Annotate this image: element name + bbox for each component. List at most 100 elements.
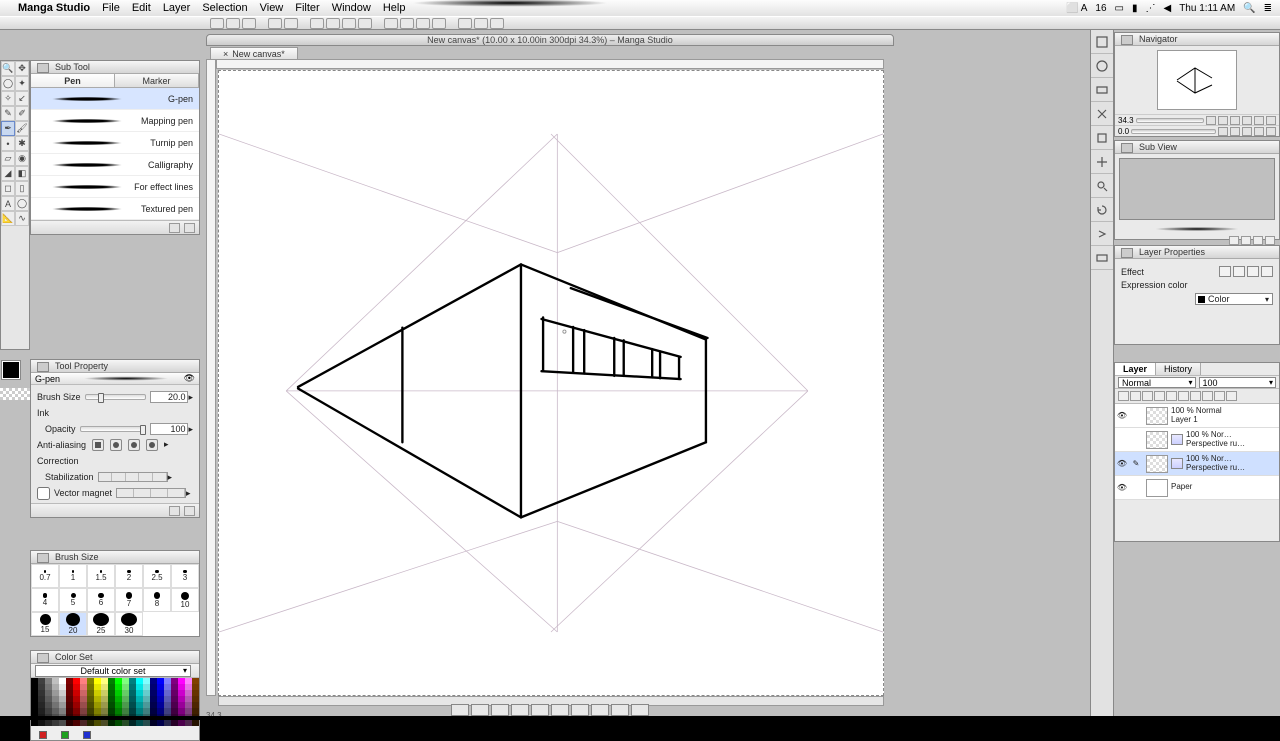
layer-dup-icon[interactable] xyxy=(1142,391,1153,401)
tool-decoration-icon[interactable]: ✱ xyxy=(15,136,29,151)
nav-rotreset-icon[interactable] xyxy=(1242,127,1252,136)
nav-zoom-value[interactable]: 34.3 xyxy=(1118,116,1134,125)
dock-navigator-icon[interactable] xyxy=(1091,54,1113,78)
brushsize-2[interactable]: 2 xyxy=(115,564,143,588)
tool-autoselect-icon[interactable]: ✦ xyxy=(15,76,29,91)
aa-option-none[interactable] xyxy=(92,439,104,451)
swatch[interactable] xyxy=(94,720,101,726)
brushsize-6[interactable]: 6 xyxy=(87,588,115,612)
layers-tab-layer[interactable]: Layer xyxy=(1115,363,1156,375)
tool-balloon-icon[interactable]: ◯ xyxy=(15,196,29,211)
nav-zoomin-icon[interactable] xyxy=(1218,116,1228,125)
layer-new-icon[interactable] xyxy=(1118,391,1129,401)
brush-size-slider[interactable] xyxy=(85,394,147,400)
swatch[interactable] xyxy=(122,720,129,726)
nav-rotccw-icon[interactable] xyxy=(1218,127,1228,136)
brushsize-8[interactable]: 8 xyxy=(143,588,171,612)
spotlight-icon[interactable]: 🔍 xyxy=(1243,3,1255,14)
subview-area[interactable] xyxy=(1119,158,1275,220)
tool-fill-icon[interactable]: ◢ xyxy=(1,166,15,181)
subtool-save-icon[interactable] xyxy=(184,223,195,233)
colorset-combo[interactable]: Default color set xyxy=(35,665,191,677)
panel-title-subtool[interactable]: Sub Tool xyxy=(31,61,199,74)
nav-fit-icon[interactable] xyxy=(1230,116,1240,125)
layer-row[interactable]: 👁✎100 % Nor…Perspective ru… xyxy=(1115,452,1279,476)
nav-zoomout-icon[interactable] xyxy=(1206,116,1216,125)
navigator-thumbnail[interactable] xyxy=(1157,50,1237,110)
sel-expand-icon[interactable] xyxy=(511,704,529,716)
layers-tab-history[interactable]: History xyxy=(1156,363,1201,375)
volume-icon[interactable]: ◀ xyxy=(1163,3,1171,14)
dock-search-icon[interactable] xyxy=(1091,174,1113,198)
swatch[interactable] xyxy=(185,720,192,726)
aa-option-weak[interactable] xyxy=(110,439,122,451)
brush-item-textured-pen[interactable]: Textured pen xyxy=(31,198,199,220)
swatch[interactable] xyxy=(108,720,115,726)
sel-inverse-icon[interactable] xyxy=(491,704,509,716)
nav-rotcw-icon[interactable] xyxy=(1230,127,1240,136)
nav-100-icon[interactable] xyxy=(1242,116,1252,125)
menu-window[interactable]: Window xyxy=(332,2,371,14)
brush-item-turnip-pen[interactable]: Turnip pen xyxy=(31,132,199,154)
mini-swatch-2[interactable] xyxy=(61,731,69,739)
toolbar-deselect-icon[interactable] xyxy=(326,18,340,29)
toolbar-select-icon[interactable] xyxy=(310,18,324,29)
brush-size-stepper-icon[interactable]: ▸ xyxy=(188,392,193,403)
battery-icon[interactable]: ▮ xyxy=(1132,3,1138,14)
mini-swatch-1[interactable] xyxy=(39,731,47,739)
swatch[interactable] xyxy=(52,720,59,726)
brushsize-7[interactable]: 7 xyxy=(115,588,143,612)
dock-subview-icon[interactable] xyxy=(1091,78,1113,102)
toolbar-grid-icon[interactable] xyxy=(416,18,430,29)
brushsize-5[interactable]: 5 xyxy=(59,588,87,612)
layer-visibility-icon[interactable]: 👁 xyxy=(1115,411,1129,420)
effect-extra-icon[interactable] xyxy=(1261,266,1273,277)
layer-edit-icon[interactable]: ✎ xyxy=(1129,459,1143,468)
tool-airbrush-icon[interactable]: • xyxy=(1,136,15,151)
toolbar-save-icon[interactable] xyxy=(242,18,256,29)
brushsize-0.7[interactable]: 0.7 xyxy=(31,564,59,588)
swatch[interactable] xyxy=(45,720,52,726)
toolbar-smartphone-icon[interactable] xyxy=(458,18,472,29)
brush-size-value[interactable]: 20.0 xyxy=(150,391,188,403)
layer-newfolder-icon[interactable] xyxy=(1130,391,1141,401)
brushsize-3[interactable]: 3 xyxy=(171,564,199,588)
effect-tone-icon[interactable] xyxy=(1233,266,1245,277)
layer-ruler-icon[interactable] xyxy=(1214,391,1225,401)
sel-tone-icon[interactable] xyxy=(611,704,629,716)
swatch[interactable] xyxy=(73,720,80,726)
swatch[interactable] xyxy=(143,720,150,726)
tool-lasso-icon[interactable]: ◯ xyxy=(1,76,15,91)
menu-filter[interactable]: Filter xyxy=(295,2,319,14)
layer-transfer-icon[interactable] xyxy=(1154,391,1165,401)
tool-ruler-icon[interactable]: 📐 xyxy=(1,211,15,226)
tool-pencil-icon[interactable]: ✐ xyxy=(15,106,29,121)
menu-layer[interactable]: Layer xyxy=(163,2,191,14)
brushsize-30[interactable]: 30 xyxy=(115,612,143,636)
panel-title-brushsize[interactable]: Brush Size xyxy=(31,551,199,564)
dock-layerprop-icon[interactable] xyxy=(1091,150,1113,174)
nav-fliph-icon[interactable] xyxy=(1254,127,1264,136)
tool-line-correct-icon[interactable]: ∿ xyxy=(15,211,29,226)
swatch[interactable] xyxy=(157,720,164,726)
layer-delete-icon[interactable] xyxy=(1226,391,1237,401)
toolbar-help-icon[interactable] xyxy=(490,18,504,29)
swatch[interactable] xyxy=(171,720,178,726)
layer-mask-icon[interactable] xyxy=(1190,391,1201,401)
nav-print-icon[interactable] xyxy=(1254,116,1264,125)
brush-item-calligraphy[interactable]: Calligraphy xyxy=(31,154,199,176)
subtool-menu-icon[interactable] xyxy=(169,223,180,233)
expression-color-combo[interactable]: Color xyxy=(1195,293,1273,305)
brushsize-4[interactable]: 4 xyxy=(31,588,59,612)
tool-zoom-icon[interactable]: 🔍 xyxy=(1,61,15,76)
swatch[interactable] xyxy=(129,720,136,726)
ruler-horizontal[interactable] xyxy=(216,59,884,69)
tool-marker-icon[interactable]: ✎ xyxy=(1,106,15,121)
aa-option-strong[interactable] xyxy=(146,439,158,451)
panel-title-subview[interactable]: Sub View xyxy=(1115,141,1279,154)
swatch[interactable] xyxy=(192,720,199,726)
menu-selection[interactable]: Selection xyxy=(202,2,247,14)
toolprop-eye-icon[interactable]: 👁 xyxy=(184,373,195,384)
tool-eraser-icon[interactable]: ▱ xyxy=(1,151,15,166)
opacity-slider[interactable] xyxy=(80,426,147,432)
